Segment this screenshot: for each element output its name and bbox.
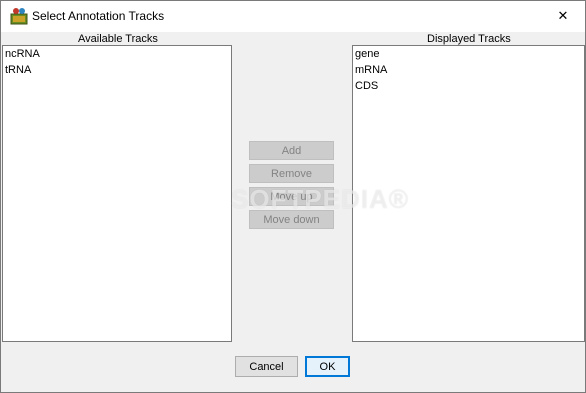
add-button[interactable]: Add [249, 141, 334, 160]
close-button[interactable]: ✕ [541, 1, 585, 32]
window-title: Select Annotation Tracks [32, 9, 165, 23]
displayed-tracks-list[interactable]: gene mRNA CDS [352, 45, 585, 342]
list-item[interactable]: CDS [353, 78, 584, 94]
available-tracks-list[interactable]: ncRNA tRNA [2, 45, 232, 342]
list-item[interactable]: gene [353, 46, 584, 62]
available-tracks-label: Available Tracks [78, 33, 158, 45]
title-bar[interactable]: Select Annotation Tracks ✕ [1, 1, 585, 32]
move-down-button[interactable]: Move down [249, 210, 334, 229]
dialog-window: Select Annotation Tracks ✕ Available Tra… [0, 0, 586, 393]
displayed-tracks-label: Displayed Tracks [427, 33, 511, 45]
app-icon [10, 8, 28, 25]
list-item[interactable]: ncRNA [3, 46, 231, 62]
move-up-button[interactable]: Move up [249, 187, 334, 206]
ok-button[interactable]: OK [305, 356, 350, 377]
list-item[interactable]: mRNA [353, 62, 584, 78]
list-item[interactable]: tRNA [3, 62, 231, 78]
remove-button[interactable]: Remove [249, 164, 334, 183]
close-icon: ✕ [557, 9, 569, 24]
cancel-button[interactable]: Cancel [235, 356, 298, 377]
